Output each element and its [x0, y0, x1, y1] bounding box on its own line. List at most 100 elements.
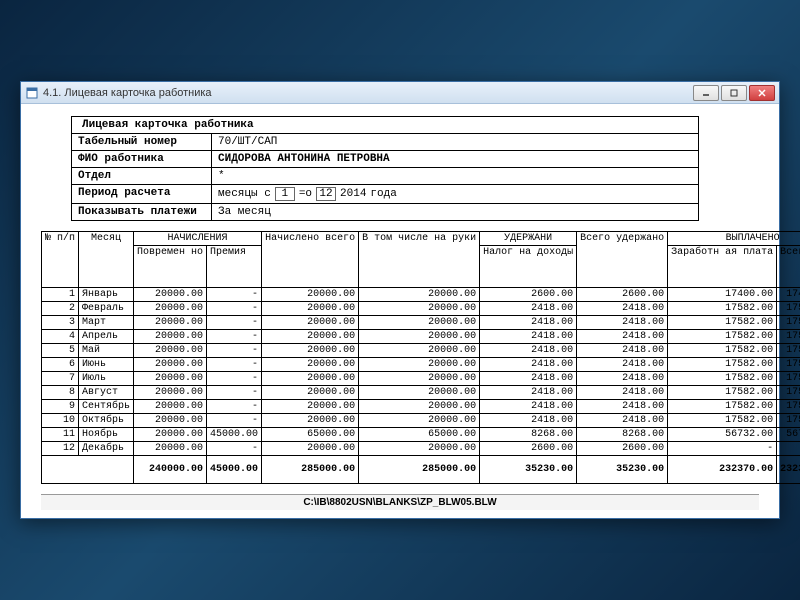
cell-in_hand: 20000.00 — [359, 442, 480, 456]
cell-paid: 17582.00 — [777, 302, 800, 316]
cell-withheld: 2418.00 — [577, 386, 668, 400]
cell-bonus: - — [207, 414, 262, 428]
cell-bonus: - — [207, 302, 262, 316]
col-salary: Заработн ая плата — [668, 246, 777, 288]
table-row: 2Февраль20000.00-20000.0020000.002418.00… — [42, 302, 800, 316]
cell-tax: 2418.00 — [480, 414, 577, 428]
cell-withheld: 2600.00 — [577, 288, 668, 302]
cell-salary: 17582.00 — [668, 400, 777, 414]
cell-bonus: - — [207, 358, 262, 372]
cell-month: Ноябрь — [79, 428, 134, 442]
table-row: 3Март20000.00-20000.0020000.002418.00241… — [42, 316, 800, 330]
cell-accrued: 20000.00 — [262, 288, 359, 302]
cell-withheld: 2418.00 — [577, 414, 668, 428]
col-bonus: Премия — [207, 246, 262, 288]
period-to-input[interactable] — [316, 187, 336, 201]
cell-idx: 1 — [42, 288, 79, 302]
cell-month: Май — [79, 344, 134, 358]
app-window: 4.1. Лицевая карточка работника Лицевая … — [20, 81, 780, 519]
cell-idx: 6 — [42, 358, 79, 372]
table-row: 6Июнь20000.00-20000.0020000.002418.00241… — [42, 358, 800, 372]
header-box: Лицевая карточка работника Табельный ном… — [71, 116, 699, 221]
cell-tax: 2418.00 — [480, 344, 577, 358]
period-year: 2014 — [340, 188, 366, 200]
cell-accrued: 65000.00 — [262, 428, 359, 442]
cell-hourly: 20000.00 — [134, 428, 207, 442]
table-row: 8Август20000.00-20000.0020000.002418.002… — [42, 386, 800, 400]
cell-salary: 17582.00 — [668, 330, 777, 344]
cell-in_hand: 20000.00 — [359, 316, 480, 330]
titlebar[interactable]: 4.1. Лицевая карточка работника — [21, 82, 779, 104]
cell-paid: 17400.00 — [777, 288, 800, 302]
cell-bonus: - — [207, 344, 262, 358]
status-path: C:\IB\8802USN\BLANKS\ZP_BLW05.BLW — [303, 497, 496, 508]
cell-idx: 5 — [42, 344, 79, 358]
cell-accrued: 20000.00 — [262, 414, 359, 428]
close-icon — [758, 89, 766, 97]
cell-paid: 17582.00 — [777, 400, 800, 414]
cell-salary: 56732.00 — [668, 428, 777, 442]
cell-month: Июль — [79, 372, 134, 386]
value-tab-num: 70/ШТ/САП — [212, 134, 698, 150]
cell-withheld: 2600.00 — [577, 442, 668, 456]
maximize-button[interactable] — [721, 85, 747, 101]
cell-hourly: 20000.00 — [134, 302, 207, 316]
cell-accrued: 20000.00 — [262, 442, 359, 456]
value-show-payments: За месяц — [212, 204, 698, 220]
table-row: 1Январь20000.00-20000.0020000.002600.002… — [42, 288, 800, 302]
cell-hourly: 20000.00 — [134, 372, 207, 386]
cell-idx: 10 — [42, 414, 79, 428]
minimize-button[interactable] — [693, 85, 719, 101]
cell-hourly: 20000.00 — [134, 414, 207, 428]
cell-month: Февраль — [79, 302, 134, 316]
cell-hourly: 20000.00 — [134, 288, 207, 302]
cell-tax: 2600.00 — [480, 442, 577, 456]
cell-bonus: 45000.00 — [207, 428, 262, 442]
total-hourly: 240000.00 — [134, 456, 207, 484]
cell-bonus: - — [207, 386, 262, 400]
cell-salary: 17582.00 — [668, 414, 777, 428]
total-bonus: 45000.00 — [207, 456, 262, 484]
total-in-hand: 285000.00 — [359, 456, 480, 484]
table-row: 4Апрель20000.00-20000.0020000.002418.002… — [42, 330, 800, 344]
cell-in_hand: 20000.00 — [359, 414, 480, 428]
close-button[interactable] — [749, 85, 775, 101]
cell-paid: 17582.00 — [777, 386, 800, 400]
cell-salary: 17582.00 — [668, 386, 777, 400]
cell-in_hand: 20000.00 — [359, 288, 480, 302]
value-fio: СИДОРОВА АНТОНИНА ПЕТРОВНА — [212, 151, 698, 167]
cell-in_hand: 20000.00 — [359, 400, 480, 414]
minimize-icon — [702, 89, 710, 97]
cell-paid: 17582.00 — [777, 330, 800, 344]
cell-hourly: 20000.00 — [134, 330, 207, 344]
cell-month: Август — [79, 386, 134, 400]
cell-in_hand: 20000.00 — [359, 330, 480, 344]
cell-paid: 17582.00 — [777, 316, 800, 330]
cell-withheld: 2418.00 — [577, 302, 668, 316]
col-hourly: Повремен но — [134, 246, 207, 288]
total-withheld: 35230.00 — [577, 456, 668, 484]
cell-bonus: - — [207, 400, 262, 414]
cell-idx: 8 — [42, 386, 79, 400]
cell-in_hand: 20000.00 — [359, 344, 480, 358]
cell-bonus: - — [207, 330, 262, 344]
cell-month: Апрель — [79, 330, 134, 344]
cell-accrued: 20000.00 — [262, 372, 359, 386]
value-dept: * — [212, 168, 698, 184]
period-prefix: месяцы с — [218, 188, 271, 200]
cell-bonus: - — [207, 316, 262, 330]
cell-tax: 2418.00 — [480, 400, 577, 414]
window-title: 4.1. Лицевая карточка работника — [43, 87, 693, 99]
total-paid: 232370.00 — [777, 456, 800, 484]
cell-withheld: 2418.00 — [577, 330, 668, 344]
period-from-input[interactable] — [275, 187, 295, 201]
table-row: 7Июль20000.00-20000.0020000.002418.00241… — [42, 372, 800, 386]
cell-in_hand: 20000.00 — [359, 372, 480, 386]
cell-salary: 17582.00 — [668, 344, 777, 358]
cell-tax: 8268.00 — [480, 428, 577, 442]
cell-bonus: - — [207, 372, 262, 386]
col-month: Месяц — [79, 232, 134, 288]
app-icon — [25, 86, 39, 100]
cell-salary: 17400.00 — [668, 288, 777, 302]
total-tax: 35230.00 — [480, 456, 577, 484]
